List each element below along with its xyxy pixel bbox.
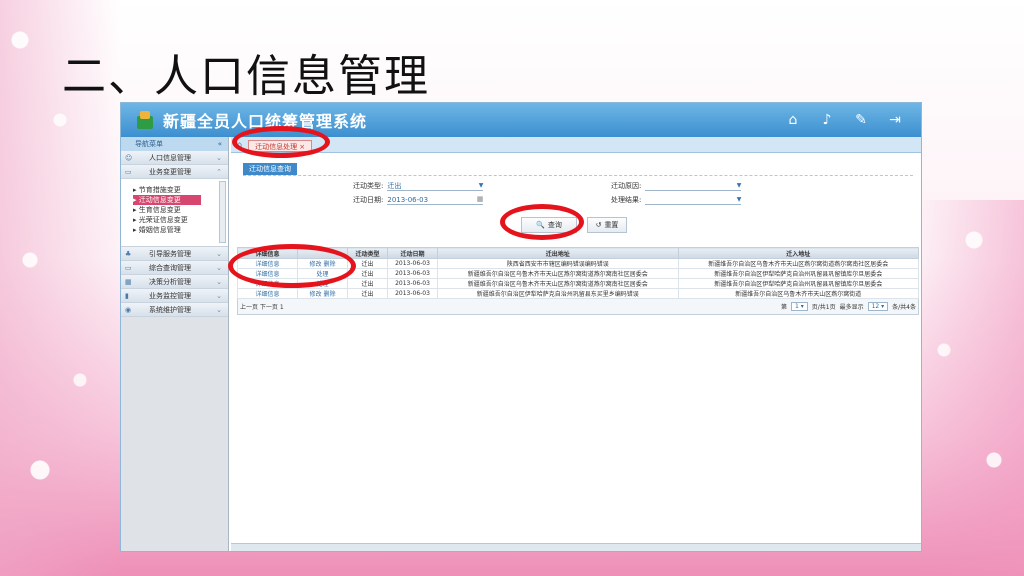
- annotation-circle-rows: [228, 244, 356, 288]
- reset-icon: ↺: [595, 221, 602, 229]
- date-field[interactable]: 2013-06-03: [387, 194, 484, 205]
- sub-item-honor[interactable]: ▸ 光荣证信息变更: [133, 215, 228, 225]
- result-row: 处理结果:: [611, 195, 742, 205]
- annotation-circle-tab: [232, 126, 330, 158]
- sidebar-item-guide[interactable]: ♣ 引导服务管理 ⌄: [121, 247, 228, 261]
- date-row: 迁动日期: 2013-06-03: [353, 194, 484, 205]
- home-icon[interactable]: ⌂: [785, 112, 801, 128]
- sub-item-contraception[interactable]: ▸ 节育措施变更: [133, 185, 228, 195]
- sub-item-migration[interactable]: ▸ 迁动信息变更: [133, 195, 201, 205]
- col-to: 迁入地址: [677, 247, 919, 259]
- person-icon: ☺: [125, 153, 133, 162]
- sidebar-item-population[interactable]: ☺ 人口信息管理 ⌄: [121, 151, 228, 165]
- sidebar-scrollbar[interactable]: [219, 181, 226, 243]
- sidebar-item-monitor[interactable]: ▮ 业务监控管理 ⌄: [121, 289, 228, 303]
- chevron-down-icon: ⌄: [216, 277, 222, 286]
- section-label: 迁动信息查询: [243, 163, 297, 175]
- chevron-down-icon: ⌄: [216, 153, 222, 162]
- pager-nav[interactable]: 上一页 下一页 1: [240, 302, 284, 311]
- pager-info: 第 1 ▾ 页/共1页 最多显示 12 ▾ 条/共4条: [780, 302, 916, 311]
- analysis-icon: ▦: [125, 277, 132, 286]
- divider: [243, 175, 913, 176]
- sidebar-item-analysis[interactable]: ▦ 决策分析管理 ⌄: [121, 275, 228, 289]
- main-content: ⌂ 迁动信息处理 × 迁动信息查询 迁动类型: 迁出 迁动日期: 2013-06…: [231, 137, 921, 551]
- header-icons: ⌂ ♪ ✎ ⇥: [785, 112, 921, 128]
- sidebar-subpanel: ▸ 节育措施变更 ▸ 迁动信息变更 ▸ 生育信息变更 ▸ 光荣证信息变更 ▸ 婚…: [121, 179, 228, 247]
- reset-button[interactable]: ↺ 重置: [587, 217, 627, 233]
- reason-select[interactable]: [645, 181, 742, 191]
- col-type: 迁动类型: [347, 247, 388, 259]
- monitor-icon: ▭: [125, 167, 132, 176]
- annotation-circle-query: [500, 204, 584, 240]
- app-window: 新疆全员人口统筹管理系统 ⌂ ♪ ✎ ⇥ 导航菜单 « ☺ 人口信息管理 ⌄ ▭…: [120, 102, 922, 552]
- chart-icon: ▮: [125, 291, 129, 300]
- table-row: 详细信息 修改 删除 迁出 2013-06-03 新疆维吾尔自治区伊犁哈萨克自治…: [237, 288, 919, 299]
- col-date: 迁动日期: [387, 247, 438, 259]
- page-select[interactable]: 1 ▾: [790, 302, 808, 311]
- detail-link[interactable]: 详细信息: [237, 288, 298, 299]
- action-link[interactable]: 修改 删除: [297, 288, 348, 299]
- chevron-down-icon: ⌄: [216, 291, 222, 300]
- exit-icon[interactable]: ⇥: [887, 112, 903, 128]
- sidebar: 导航菜单 « ☺ 人口信息管理 ⌄ ▭ 业务变更管理 ⌃ ▸ 节育措施变更 ▸ …: [121, 137, 229, 551]
- sidebar-header: 导航菜单 «: [121, 137, 228, 151]
- reason-row: 迁动原因:: [611, 181, 742, 191]
- col-from: 迁出地址: [437, 247, 679, 259]
- sidebar-item-business-change[interactable]: ▭ 业务变更管理 ⌃: [121, 165, 228, 179]
- guide-icon: ♣: [125, 249, 132, 258]
- logo-icon: [135, 110, 155, 130]
- chevron-down-icon: ⌄: [216, 249, 222, 258]
- type-row: 迁动类型: 迁出: [353, 181, 484, 191]
- chevron-down-icon: ⌄: [216, 305, 222, 314]
- sub-item-birth[interactable]: ▸ 生育信息变更: [133, 205, 228, 215]
- slide-title: 二、人口信息管理: [62, 51, 430, 102]
- chevron-up-icon: ⌃: [216, 167, 222, 176]
- sidebar-item-query[interactable]: ▭ 综合查询管理 ⌄: [121, 261, 228, 275]
- collapse-icon[interactable]: «: [218, 140, 222, 148]
- chevron-down-icon: ⌄: [216, 263, 222, 272]
- wrench-icon[interactable]: ✎: [853, 112, 869, 128]
- sidebar-item-settings[interactable]: ◉ 系统维护管理 ⌄: [121, 303, 228, 317]
- result-select[interactable]: [645, 195, 742, 205]
- sub-item-marriage[interactable]: ▸ 婚姻信息管理: [133, 225, 228, 235]
- tab-bar: ⌂ 迁动信息处理 ×: [231, 137, 921, 153]
- query-icon: ▭: [125, 263, 132, 272]
- pager: 上一页 下一页 1 第 1 ▾ 页/共1页 最多显示 12 ▾ 条/共4条: [237, 299, 919, 315]
- page-size-select[interactable]: 12 ▾: [867, 302, 889, 311]
- settings-icon: ◉: [125, 305, 132, 314]
- type-select[interactable]: 迁出: [387, 181, 484, 191]
- bell-icon[interactable]: ♪: [819, 112, 835, 128]
- horizontal-scrollbar[interactable]: [231, 543, 921, 551]
- blossom-decoration-right: [914, 200, 1024, 576]
